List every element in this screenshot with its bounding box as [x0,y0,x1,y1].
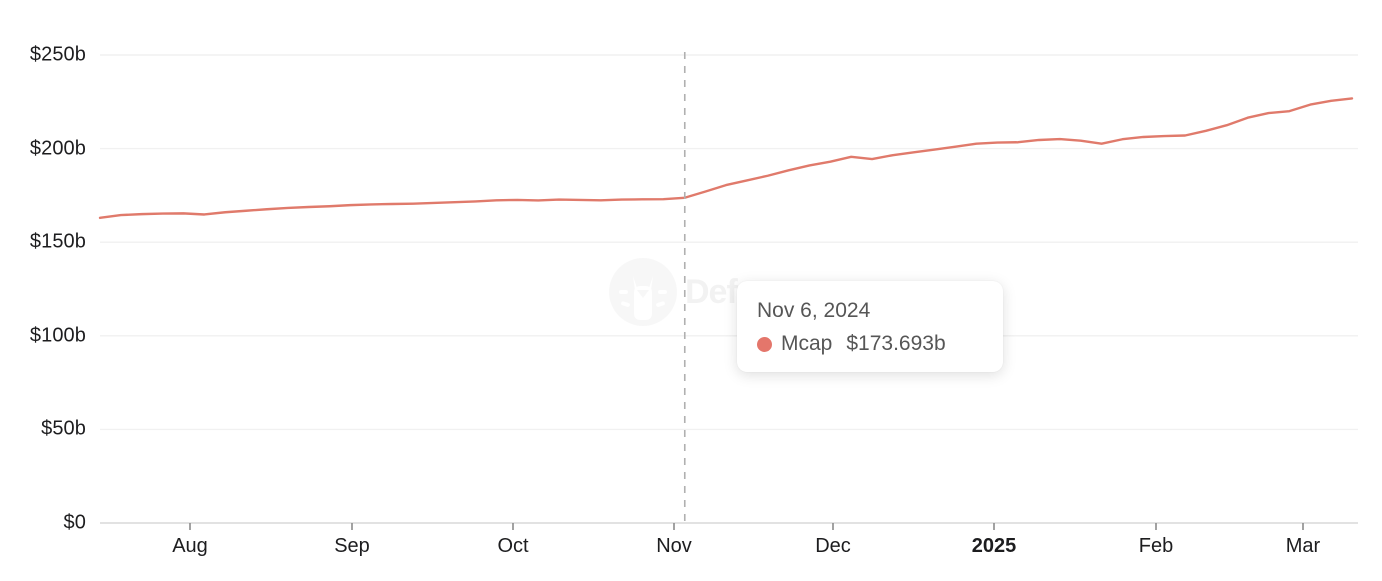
x-axis-tick-label: 2025 [972,535,1017,558]
x-axis-tick-label: Oct [497,535,528,558]
tooltip-date: Nov 6, 2024 [757,299,983,323]
x-axis-tick-label: Sep [334,535,370,558]
x-axis-tick-label: Nov [656,535,692,558]
x-axis-labels: Aug Sep Oct Nov Dec 2025 Feb Mar [0,0,1382,581]
x-axis-tick-label: Aug [172,535,208,558]
tooltip-series-color-dot [757,337,772,352]
tooltip-series-row: Mcap $173.693b [757,332,983,356]
tooltip-series-value: $173.693b [846,332,945,356]
mcap-line-chart[interactable]: $0$50b$100b$150b$200b$250b AugSepOctNovD… [0,0,1382,581]
x-axis-tick-label: Dec [815,535,851,558]
chart-tooltip: Nov 6, 2024 Mcap $173.693b [737,281,1003,372]
x-axis-tick-label: Feb [1139,535,1173,558]
tooltip-series-label: Mcap [781,332,832,356]
x-axis-tick-label: Mar [1286,535,1320,558]
